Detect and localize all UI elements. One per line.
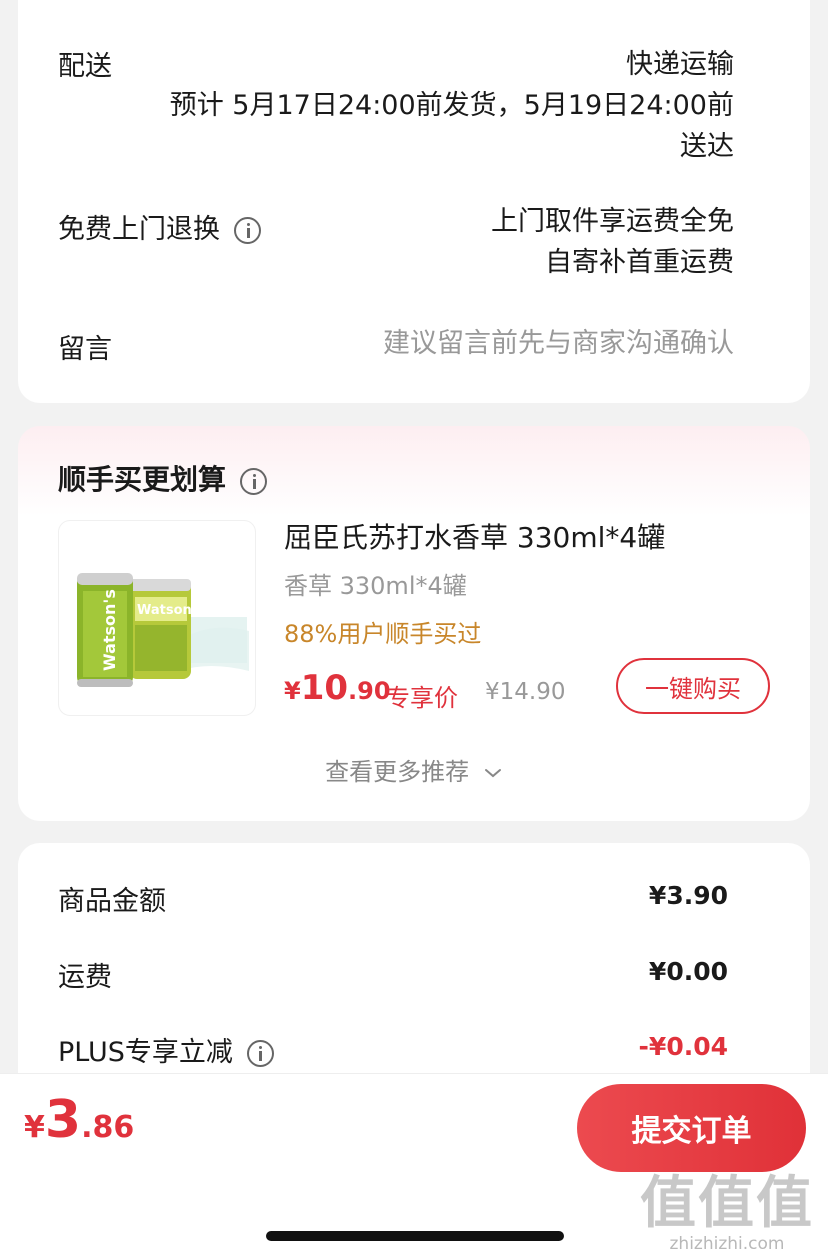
submit-order-button[interactable]: 提交订单 — [577, 1084, 806, 1172]
product-name[interactable]: 屈臣氏苏打水香草 330ml*4罐 — [284, 516, 665, 556]
watermark: 值值值 zhizhizhi.com — [640, 1171, 814, 1255]
subtotal-value: ¥3.90 — [648, 881, 728, 910]
info-icon[interactable] — [234, 217, 261, 244]
total-decimal: .86 — [81, 1110, 135, 1145]
soda-can-illustration: Watson's Watson's — [77, 573, 249, 687]
delivery-eta-line2: 送达 — [680, 131, 734, 162]
plus-discount-value: -¥0.04 — [638, 1032, 728, 1061]
info-icon[interactable] — [240, 467, 268, 495]
upsell-title-text: 顺手买更划算 — [58, 463, 227, 496]
delivery-info[interactable]: 快递运输 预计 5月17日24:00前发货，5月19日24:00前 送达 — [170, 44, 734, 167]
subtotal-label: 商品金额 — [58, 886, 166, 917]
checkout-bar: ¥3.86 提交订单 值值值 zhizhizhi.com — [0, 1073, 828, 1259]
order-total: ¥3.86 — [24, 1090, 134, 1150]
more-recommendations-link[interactable]: 查看更多推荐 — [18, 752, 810, 787]
returns-label: 免费上门退换 — [58, 214, 220, 245]
can-brand-small: Watson's — [137, 603, 204, 618]
home-indicator[interactable] — [266, 1231, 564, 1241]
message-input[interactable]: 建议留言前先与商家沟通确认 — [383, 323, 734, 364]
delivery-card: 配送 快递运输 预计 5月17日24:00前发货，5月19日24:00前 送达 … — [18, 0, 810, 403]
delivery-eta-line1: 预计 5月17日24:00前发货，5月19日24:00前 — [169, 90, 734, 121]
price-tag: 专享价 — [386, 684, 458, 712]
can-brand-large: Watson's — [100, 589, 119, 671]
one-click-buy-button[interactable]: 一键购买 — [616, 658, 770, 714]
product-price: ¥10.90 — [284, 668, 391, 708]
returns-row: 免费上门退换 — [58, 207, 261, 246]
social-proof: 88%用户顺手买过 — [284, 620, 482, 648]
watermark-logo: 值值值 — [640, 1171, 814, 1236]
original-price: ¥14.90 — [485, 679, 566, 705]
more-recommendations-label: 查看更多推荐 — [325, 758, 470, 786]
returns-line2: 自寄补首重运费 — [545, 247, 734, 278]
plus-discount-row: PLUS专享立减 — [58, 1030, 274, 1069]
message-label: 留言 — [58, 334, 112, 365]
product-image[interactable]: Watson's Watson's — [58, 520, 256, 716]
chevron-down-icon — [484, 769, 501, 778]
returns-info: 上门取件享运费全免 自寄补首重运费 — [491, 201, 734, 283]
price-integer: 10 — [300, 668, 349, 708]
upsell-title: 顺手买更划算 — [58, 458, 268, 498]
upsell-card: 顺手买更划算 Watson's Watson's 屈臣氏苏打水香草 330ml*… — [18, 426, 810, 821]
price-decimal: .90 — [348, 677, 391, 705]
plus-discount-label: PLUS专享立减 — [58, 1037, 233, 1068]
product-spec: 香草 330ml*4罐 — [284, 572, 467, 600]
price-symbol: ¥ — [284, 677, 301, 705]
info-icon[interactable] — [246, 1040, 274, 1067]
total-symbol: ¥ — [24, 1110, 45, 1145]
delivery-label: 配送 — [58, 51, 112, 82]
shipping-value: ¥0.00 — [648, 957, 728, 986]
total-integer: 3 — [44, 1090, 82, 1150]
shipping-label: 运费 — [58, 962, 112, 993]
watermark-url: zhizhizhi.com — [669, 1234, 785, 1254]
delivery-method: 快递运输 — [626, 49, 734, 80]
returns-line1: 上门取件享运费全免 — [491, 206, 734, 237]
